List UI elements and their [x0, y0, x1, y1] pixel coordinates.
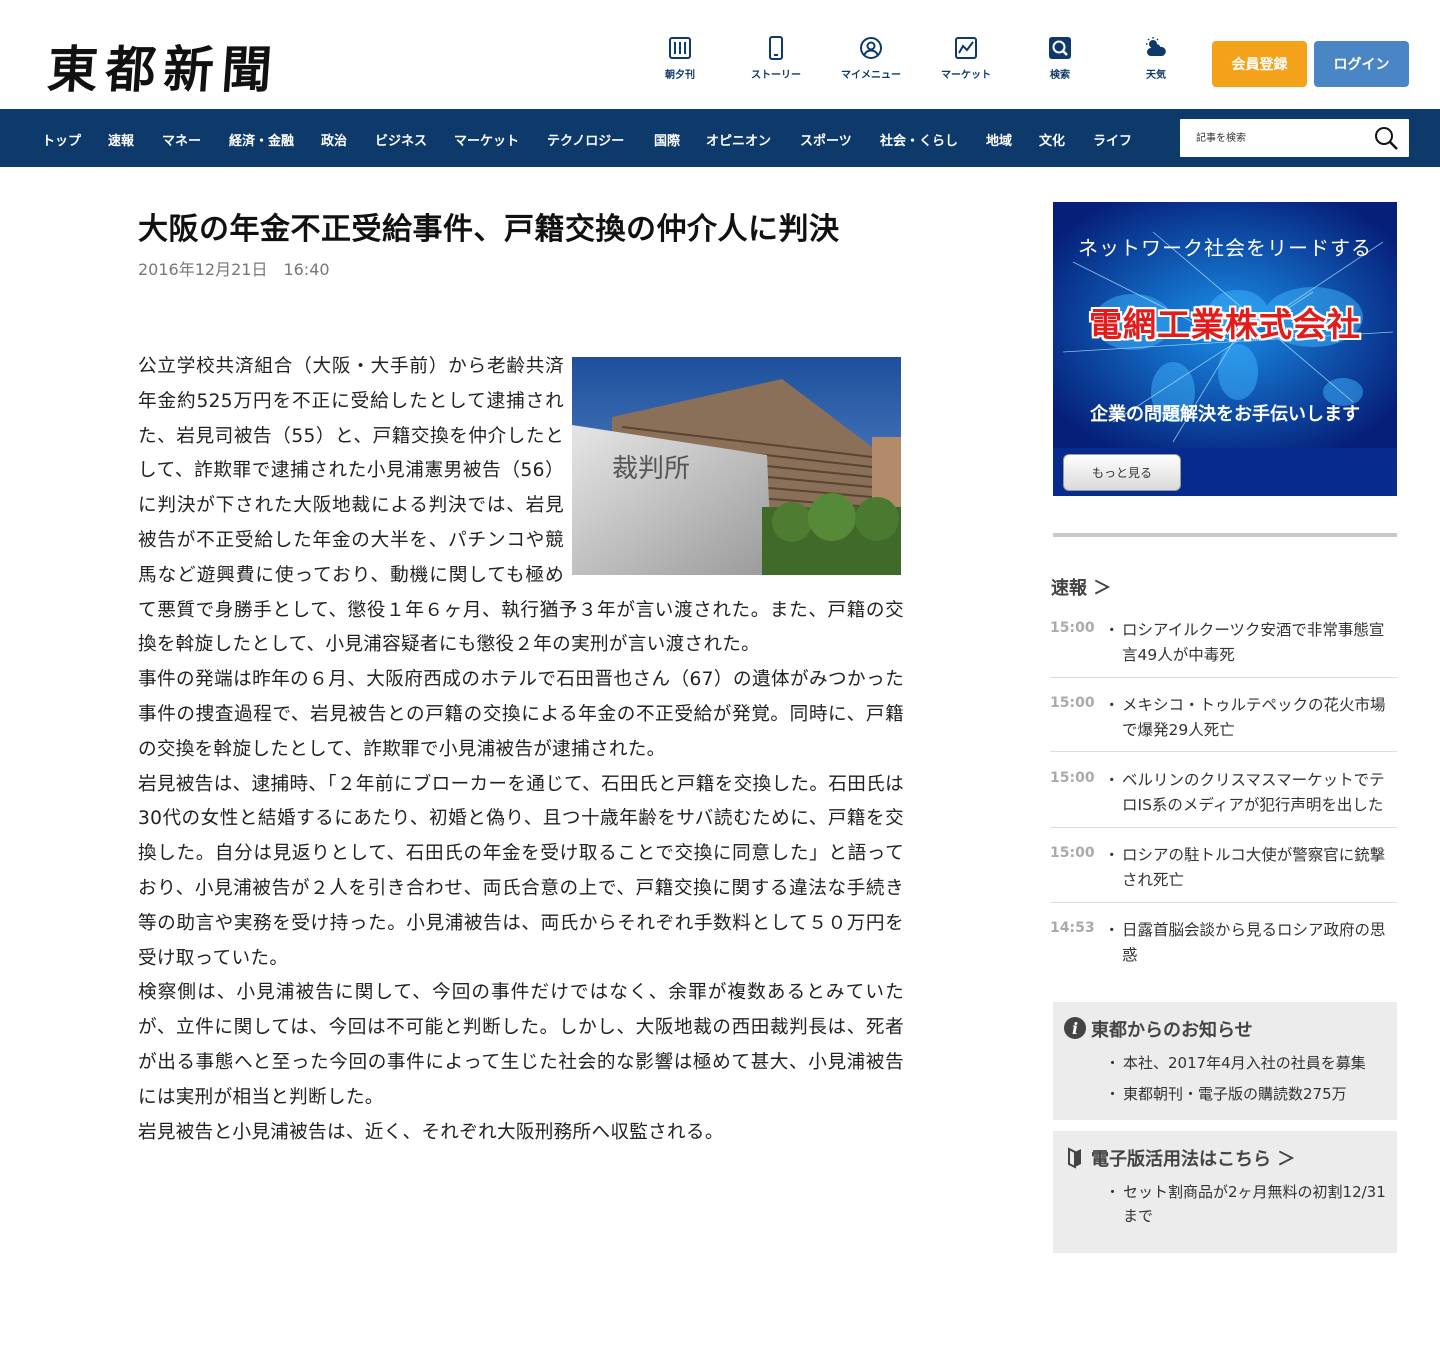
guide-box: 電子版活用法はこちら ＞ セット割商品が2ヶ月無料の初割12/31まで: [1053, 1131, 1397, 1253]
article-paragraph: 岩見被告と小見浦被告は、近く、それぞれ大阪刑務所へ収監される。: [138, 1121, 724, 1143]
nav-item-economy[interactable]: 経済・金融: [229, 130, 294, 149]
header-nav-label: 朝夕刊: [665, 70, 695, 81]
register-button[interactable]: 会員登録: [1212, 41, 1307, 87]
article-search: [1180, 119, 1409, 157]
news-time: 15:00: [1050, 845, 1095, 861]
nav-item-business[interactable]: ビジネス: [375, 130, 427, 149]
ad-message: 企業の問題解決をお手伝いします: [1090, 404, 1360, 425]
nav-item-breaking[interactable]: 速報: [108, 130, 134, 149]
nav-item-sports[interactable]: スポーツ: [800, 130, 852, 149]
user-icon: [860, 37, 882, 59]
breaking-news-heading[interactable]: 速報 ＞: [1051, 574, 1111, 600]
ad-tagline: ネットワーク社会をリードする: [1078, 236, 1372, 260]
notice-heading: 東都からのお知らせ: [1091, 1020, 1253, 1041]
search-icon[interactable]: [1373, 125, 1399, 151]
article-date: 2016年12月21日 16:40: [138, 260, 330, 279]
weather-icon: [1146, 37, 1166, 56]
guide-item[interactable]: セット割商品が2ヶ月無料の初割12/31まで: [1105, 1180, 1389, 1228]
news-time: 15:00: [1050, 770, 1095, 786]
news-headline[interactable]: ベルリンのクリスマスマーケットでテロIS系のメディアが犯行声明を出した: [1104, 768, 1398, 817]
notice-item[interactable]: 東都朝刊・電子版の購読数275万: [1105, 1082, 1389, 1106]
smartphone-icon: [769, 36, 783, 60]
newspaper-icon: [669, 37, 691, 59]
nav-item-money[interactable]: マネー: [162, 130, 201, 149]
nav-item-market[interactable]: マーケット: [454, 130, 519, 149]
svg-text:i: i: [1072, 1019, 1078, 1038]
news-item[interactable]: 15:00 ベルリンのクリスマスマーケットでテロIS系のメディアが犯行声明を出し…: [1050, 766, 1397, 828]
nav-item-politics[interactable]: 政治: [321, 130, 347, 149]
photo-caption: 裁判所: [612, 454, 690, 484]
nav-item-top[interactable]: トップ: [42, 130, 81, 149]
search-icon: [1049, 37, 1071, 59]
article-paragraph: 岩見被告は、逮捕時、「２年前にブローカーを通じて、石田氏と戸籍を交換した。石田氏…: [138, 773, 904, 969]
ad-more-button[interactable]: もっと見る: [1063, 454, 1181, 491]
ad-company: 電網工業株式会社: [1089, 305, 1361, 344]
article-paragraph: 事件の発端は昨年の６月、大阪府西成のホテルで石田晋也さん（67）の遺体がみつかっ…: [138, 669, 904, 760]
guide-heading[interactable]: 電子版活用法はこちら ＞: [1091, 1145, 1295, 1171]
news-headline[interactable]: ロシアイルクーツク安酒で非常事態宣言49人が中毒死: [1104, 618, 1398, 667]
info-icon: i: [1064, 1017, 1086, 1039]
header-nav-weather[interactable]: 天気: [1116, 36, 1196, 81]
header-nav-label: ストーリー: [751, 70, 801, 81]
news-item[interactable]: 15:00 メキシコ・トゥルテペックの花火市場で爆発29人死亡: [1050, 691, 1397, 752]
header-nav-newspaper[interactable]: 朝夕刊: [640, 36, 720, 81]
sidebar-ad[interactable]: ネットワーク社会をリードする 電網工業株式会社 企業の問題解決をお手伝いします …: [1053, 202, 1397, 496]
news-item[interactable]: 15:00 ロシアの駐トルコ大使が警察官に銃撃され死亡: [1050, 841, 1397, 903]
nav-item-international[interactable]: 国際: [654, 130, 680, 149]
courthouse-photo: 裁判所: [572, 357, 901, 575]
header-nav-market[interactable]: マーケット: [926, 36, 1006, 81]
header-nav-label: マーケット: [941, 70, 991, 81]
nav-item-life[interactable]: ライフ: [1093, 130, 1132, 149]
news-headline[interactable]: 日露首脳会談から見るロシア政府の思惑: [1104, 918, 1398, 967]
login-button[interactable]: ログイン: [1314, 41, 1409, 87]
article-paragraph: 検察側は、小見浦被告に関して、今回の事件だけではなく、余罪が複数あるとみていたが…: [138, 982, 904, 1108]
news-time: 14:53: [1050, 920, 1095, 936]
site-logo[interactable]: 東都新聞: [45, 30, 282, 102]
header-nav-label: マイメニュー: [841, 70, 901, 81]
news-time: 15:00: [1050, 620, 1095, 636]
news-item[interactable]: 15:00 ロシアイルクーツク安酒で非常事態宣言49人が中毒死: [1050, 616, 1397, 678]
header-nav-label: 検索: [1050, 70, 1070, 81]
chart-icon: [955, 37, 977, 59]
news-headline[interactable]: ロシアの駐トルコ大使が警察官に銃撃され死亡: [1104, 843, 1398, 892]
header-nav-label: 天気: [1146, 70, 1166, 81]
header-nav-mymenu[interactable]: マイメニュー: [831, 36, 911, 81]
header-nav-search[interactable]: 検索: [1020, 36, 1100, 81]
nav-item-opinion[interactable]: オピニオン: [706, 130, 771, 149]
beginner-mark-icon: [1068, 1147, 1081, 1169]
search-input[interactable]: [1180, 119, 1370, 157]
nav-item-society[interactable]: 社会・くらし: [880, 130, 958, 149]
category-navbar: トップ 速報 マネー 経済・金融 政治 ビジネス マーケット テクノロジー 国際…: [0, 109, 1440, 167]
nav-item-technology[interactable]: テクノロジー: [547, 130, 624, 149]
site-header: 東都新聞 朝夕刊 ストーリー マイメニュー マーケット 検索 天気 会員登録 ロ…: [0, 0, 1440, 109]
nav-item-culture[interactable]: 文化: [1039, 130, 1065, 149]
notice-item[interactable]: 本社、2017年4月入社の社員を募集: [1105, 1051, 1389, 1075]
news-headline[interactable]: メキシコ・トゥルテペックの花火市場で爆発29人死亡: [1104, 693, 1398, 742]
news-time: 15:00: [1050, 695, 1095, 711]
sidebar-divider: [1053, 533, 1397, 537]
article-photo: 裁判所: [572, 357, 901, 575]
notice-box: i 東都からのお知らせ 本社、2017年4月入社の社員を募集 東都朝刊・電子版の…: [1053, 1002, 1397, 1120]
ad-footer: もっと見る: [1053, 448, 1397, 496]
header-nav-story[interactable]: ストーリー: [736, 36, 816, 81]
nav-item-region[interactable]: 地域: [986, 130, 1012, 149]
news-item[interactable]: 14:53 日露首脳会談から見るロシア政府の思惑: [1050, 916, 1397, 973]
article-title: 大阪の年金不正受給事件、戸籍交換の仲介人に判決: [138, 212, 840, 247]
